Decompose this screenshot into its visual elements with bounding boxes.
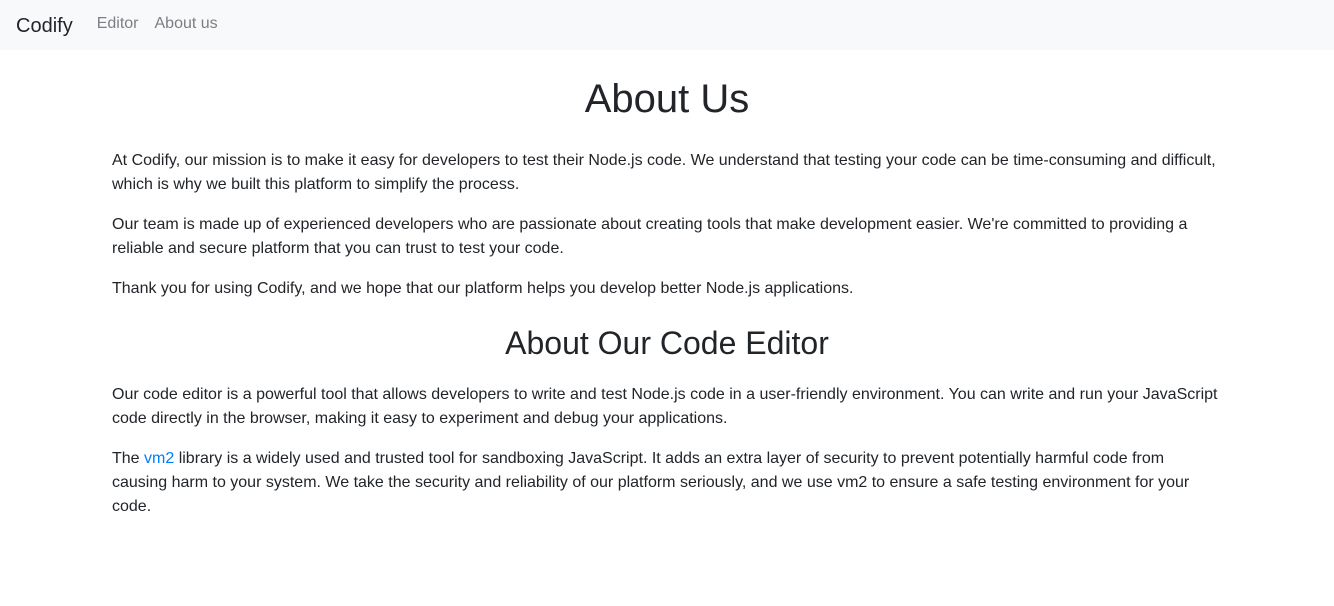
nav-link-editor[interactable]: Editor [97,15,139,33]
editor-paragraph-2: The vm2 library is a widely used and tru… [112,447,1222,519]
brand-link[interactable]: Codify [16,16,73,36]
section-title-code-editor: About Our Code Editor [505,325,829,361]
editor-paragraph-2-suffix: library is a widely used and trusted too… [112,450,1190,515]
navbar: Codify Editor About us [0,0,1334,50]
vm2-link[interactable]: vm2 [144,450,174,467]
editor-paragraph-1: Our code editor is a powerful tool that … [112,386,1218,427]
about-paragraph-3: Thank you for using Codify, and we hope … [112,280,854,297]
about-paragraph-2: Our team is made up of experienced devel… [112,216,1188,257]
page-title: About Us [584,77,750,121]
nav-link-about-us[interactable]: About us [155,15,218,33]
main-content: About Us At Codify, our mission is to ma… [112,75,1222,519]
editor-paragraph-2-prefix: The [112,450,145,467]
about-paragraph-1: At Codify, our mission is to make it eas… [112,152,1216,193]
